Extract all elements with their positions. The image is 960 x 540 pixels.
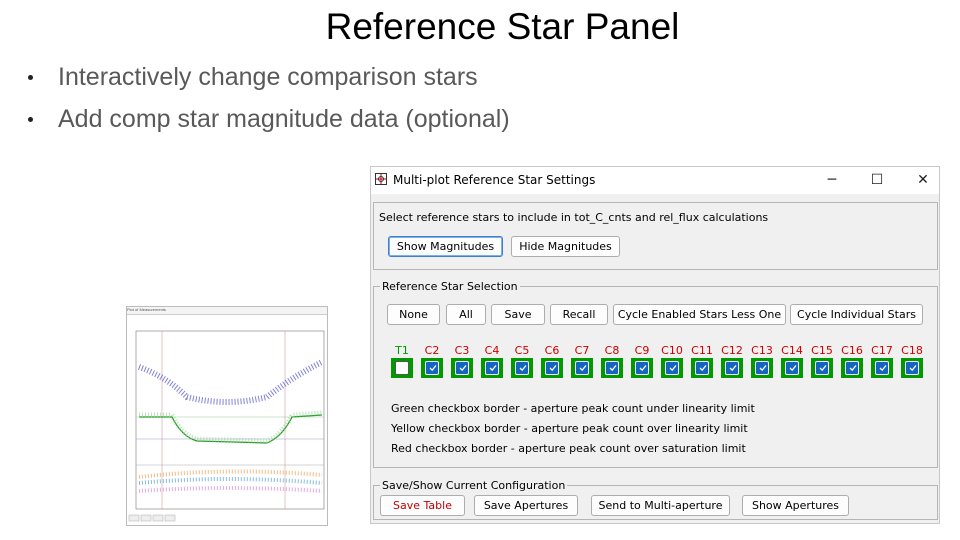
bullet-text: Interactively change comparison stars: [58, 63, 478, 91]
star-label: C10: [661, 344, 683, 357]
send-to-multi-aperture-button[interactable]: Send to Multi-aperture: [591, 495, 730, 516]
plot-thumbnail: Plot of Measurements: [126, 306, 328, 526]
star-checkbox[interactable]: [541, 358, 563, 378]
legend-note-green: Green checkbox border - aperture peak co…: [391, 402, 755, 415]
recall-button[interactable]: Recall: [550, 304, 608, 325]
checkbox-checked-icon: [905, 361, 919, 375]
checkbox-checked-icon: [605, 361, 619, 375]
star-checkbox[interactable]: [901, 358, 923, 378]
star-checkbox[interactable]: [481, 358, 503, 378]
slide-title: Reference Star Panel: [325, 6, 680, 47]
star-label: C3: [454, 344, 470, 357]
star-label: C11: [691, 344, 713, 357]
checkbox-checked-icon: [755, 361, 769, 375]
checkbox-checked-icon: [425, 361, 439, 375]
star-checkbox[interactable]: [661, 358, 683, 378]
star-checkbox[interactable]: [751, 358, 773, 378]
window-titlebar[interactable]: Multi-plot Reference Star Settings ─ ☐ ✕: [371, 167, 939, 194]
checkbox-checked-icon: [815, 361, 829, 375]
star-label: C5: [514, 344, 530, 357]
star-checkbox[interactable]: [841, 358, 863, 378]
star-label: C7: [574, 344, 590, 357]
star-checkbox[interactable]: [571, 358, 593, 378]
checkbox-checked-icon: [515, 361, 529, 375]
star-checkbox[interactable]: [721, 358, 743, 378]
star-checkbox[interactable]: [421, 358, 443, 378]
maximize-button[interactable]: ☐: [857, 169, 897, 191]
bullet-dot-icon: [28, 75, 33, 80]
hide-magnitudes-button[interactable]: Hide Magnitudes: [511, 236, 620, 257]
checkbox-checked-icon: [875, 361, 889, 375]
cycle-individual-stars-button[interactable]: Cycle Individual Stars: [790, 304, 923, 325]
none-button[interactable]: None: [387, 304, 440, 325]
star-label: C2: [424, 344, 440, 357]
checkbox-checked-icon: [695, 361, 709, 375]
app-icon: [375, 173, 387, 185]
star-label: C14: [781, 344, 803, 357]
checkbox-checked-icon: [665, 361, 679, 375]
star-checkbox[interactable]: [871, 358, 893, 378]
bullet-dot-icon: [28, 117, 33, 122]
configuration-legend: Save/Show Current Configuration: [380, 479, 568, 492]
selection-legend: Reference Star Selection: [380, 280, 520, 293]
star-checkbox[interactable]: [691, 358, 713, 378]
star-label: T1: [395, 344, 409, 357]
star-checkbox[interactable]: [451, 358, 473, 378]
star-checkbox[interactable]: [601, 358, 623, 378]
checkbox-checked-icon: [725, 361, 739, 375]
plot-thumbnail-titlebar: Plot of Measurements: [127, 307, 327, 315]
star-checkbox[interactable]: [811, 358, 833, 378]
bullet-text: Add comp star magnitude data (optional): [58, 105, 510, 133]
checkbox-checked-icon: [635, 361, 649, 375]
star-label: C18: [901, 344, 923, 357]
star-label: C4: [484, 344, 500, 357]
star-checkbox[interactable]: [391, 358, 413, 378]
star-label: C6: [544, 344, 560, 357]
show-magnitudes-button[interactable]: Show Magnitudes: [388, 236, 503, 257]
star-checkbox[interactable]: [511, 358, 533, 378]
checkbox-checked-icon: [785, 361, 799, 375]
configuration-panel: Save/Show Current Configuration Save Tab…: [373, 479, 938, 520]
show-apertures-button[interactable]: Show Apertures: [742, 495, 849, 516]
star-label: C12: [721, 344, 743, 357]
star-checkbox[interactable]: [781, 358, 803, 378]
star-label: C15: [811, 344, 833, 357]
checkbox-checked-icon: [845, 361, 859, 375]
bullet-item: Add comp star magnitude data (optional): [28, 104, 510, 146]
star-label: C16: [841, 344, 863, 357]
star-label: C8: [604, 344, 620, 357]
checkbox-checked-icon: [575, 361, 589, 375]
checkbox-checked-icon: [455, 361, 469, 375]
reference-star-settings-window: Multi-plot Reference Star Settings ─ ☐ ✕…: [370, 166, 940, 524]
star-checkbox[interactable]: [631, 358, 653, 378]
checkbox-checked-icon: [485, 361, 499, 375]
reference-star-selection-panel: Reference Star Selection None All Save R…: [373, 280, 938, 468]
legend-note-red: Red checkbox border - aperture peak coun…: [391, 442, 746, 455]
bullet-list: Interactively change comparison stars Ad…: [28, 62, 510, 146]
close-button[interactable]: ✕: [903, 169, 943, 191]
save-table-button[interactable]: Save Table: [380, 495, 465, 516]
magnitude-panel: Select reference stars to include in tot…: [373, 202, 938, 270]
plot-thumbnail-graphic: [127, 307, 327, 522]
star-label: C13: [751, 344, 773, 357]
save-button[interactable]: Save: [491, 304, 545, 325]
star-label: C9: [634, 344, 650, 357]
checkbox-checked-icon: [545, 361, 559, 375]
star-label: C17: [871, 344, 893, 357]
instruction-text: Select reference stars to include in tot…: [379, 211, 769, 224]
all-button[interactable]: All: [446, 304, 486, 325]
bullet-item: Interactively change comparison stars: [28, 62, 510, 104]
legend-note-yellow: Yellow checkbox border - aperture peak c…: [391, 422, 748, 435]
checkbox-unchecked-icon: [395, 361, 409, 375]
minimize-button[interactable]: ─: [812, 169, 852, 191]
cycle-enabled-stars-less-one-button[interactable]: Cycle Enabled Stars Less One: [613, 304, 786, 325]
save-apertures-button[interactable]: Save Apertures: [474, 495, 578, 516]
window-title: Multi-plot Reference Star Settings: [393, 173, 596, 187]
